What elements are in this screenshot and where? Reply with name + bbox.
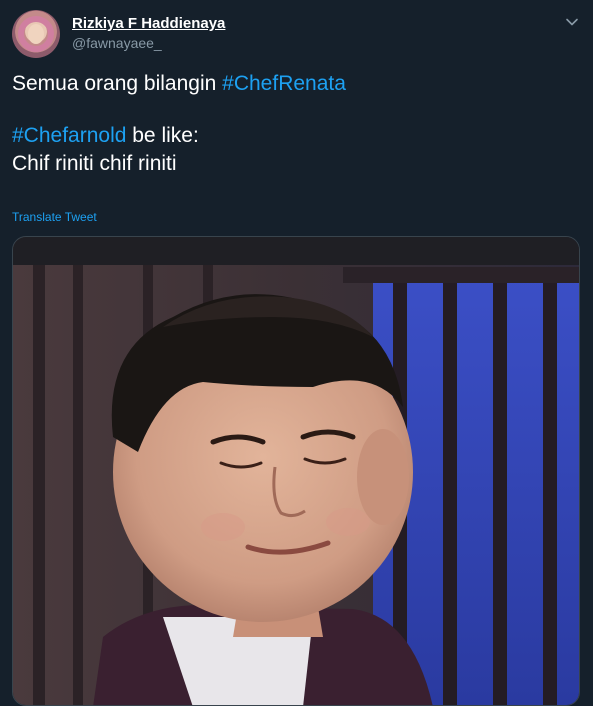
- tweet-line-4: Chif riniti chif riniti: [12, 150, 572, 178]
- tweet-card: Rizkiya F Haddienaya @fawnayaee_ Semua o…: [0, 0, 593, 706]
- tweet-media[interactable]: [12, 236, 580, 706]
- tweet-text: Semua orang bilangin #ChefRenata #Chefar…: [12, 70, 572, 178]
- media-photo: [13, 237, 579, 705]
- translate-tweet-link[interactable]: Translate Tweet: [12, 210, 97, 224]
- chevron-down-icon[interactable]: [564, 14, 580, 30]
- avatar[interactable]: [12, 10, 60, 58]
- tweet-line-3: #Chefarnold be like:: [12, 122, 572, 150]
- tweet-text-segment: Semua orang bilangin: [12, 72, 223, 95]
- hashtag-link[interactable]: #ChefRenata: [222, 72, 346, 95]
- tweet-text-segment: Chif riniti chif riniti: [12, 152, 177, 175]
- tweet-header: Rizkiya F Haddienaya @fawnayaee_: [12, 10, 582, 60]
- author-handle[interactable]: @fawnayaee_: [72, 35, 162, 51]
- tweet-line-1: Semua orang bilangin #ChefRenata: [12, 70, 572, 98]
- tweet-text-segment: be like:: [126, 124, 199, 147]
- tweet-line-break: [12, 98, 572, 122]
- hashtag-link[interactable]: #Chefarnold: [12, 124, 126, 147]
- author-name[interactable]: Rizkiya F Haddienaya: [72, 15, 225, 32]
- avatar-face: [28, 24, 44, 44]
